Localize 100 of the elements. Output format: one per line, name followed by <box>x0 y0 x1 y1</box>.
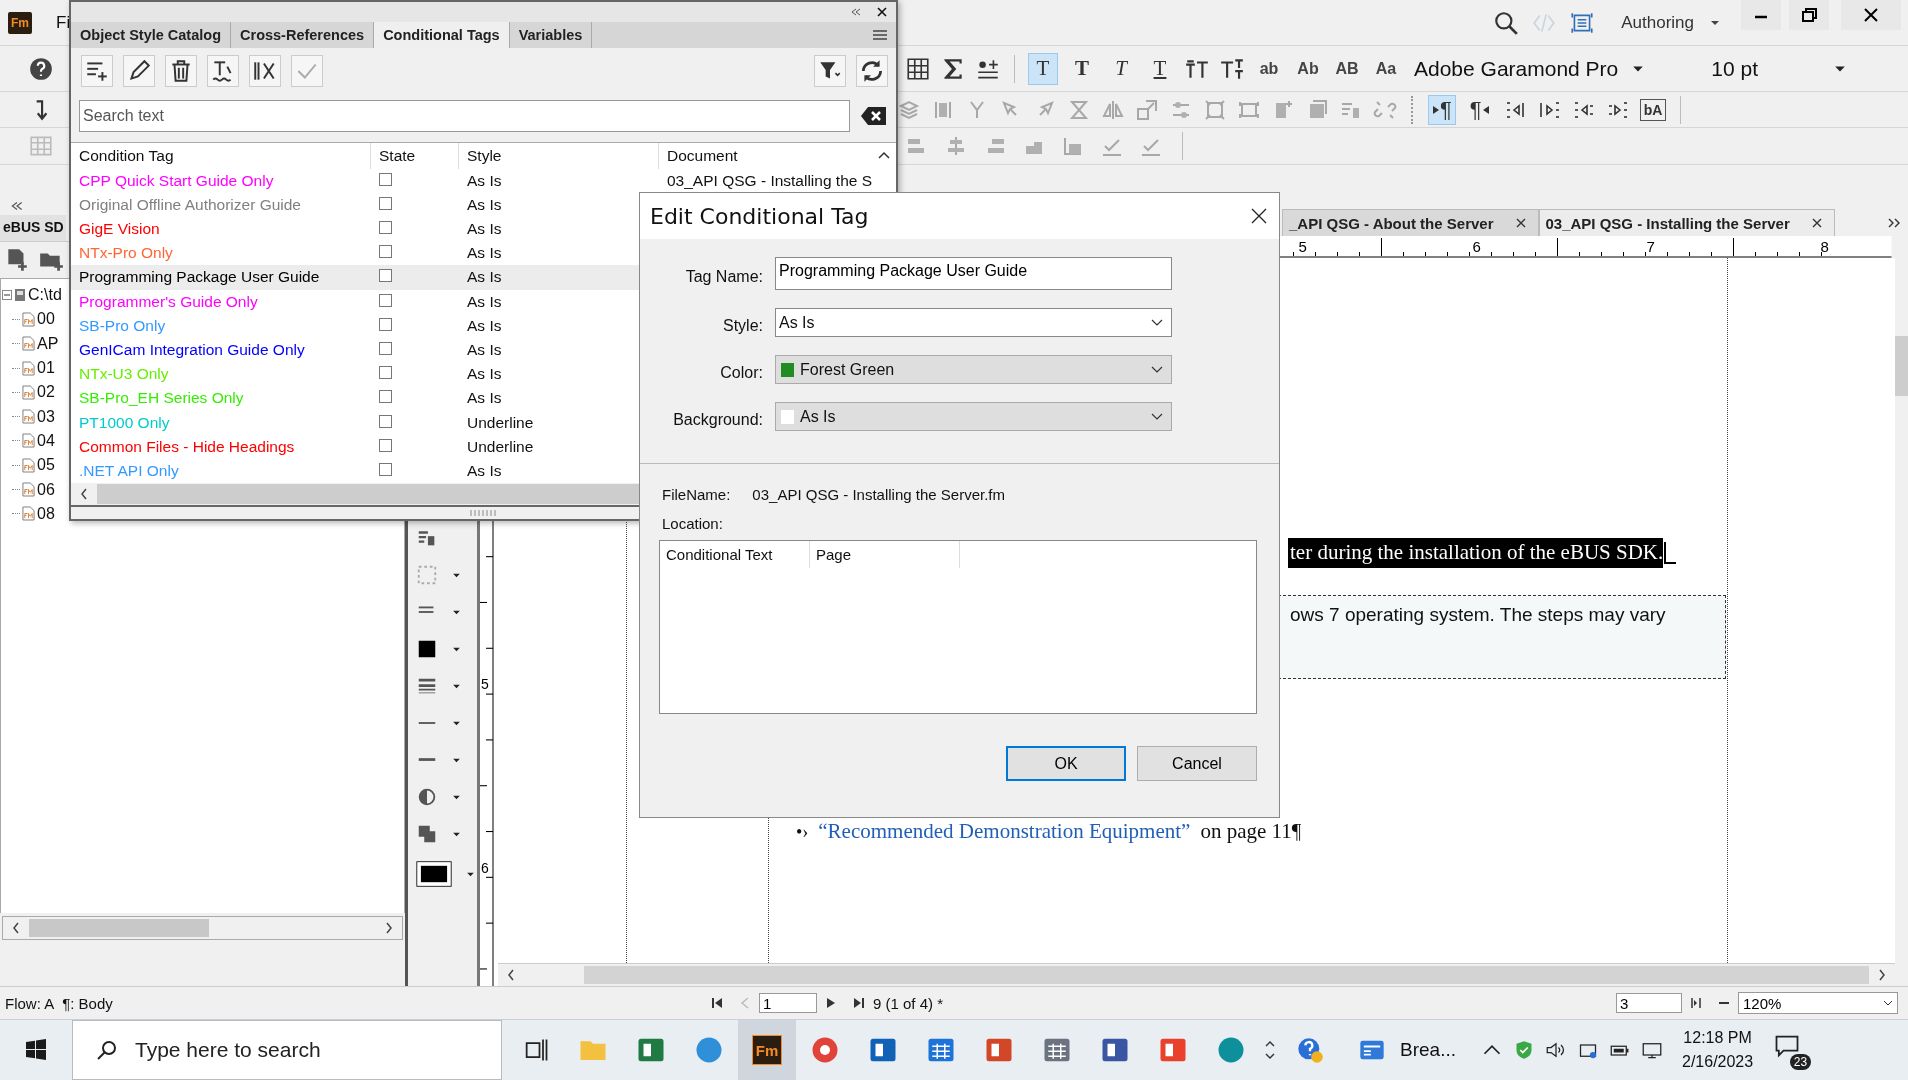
clock-date[interactable]: 2/16/2023 <box>1682 1050 1754 1074</box>
character-style-button[interactable]: T <box>1067 52 1097 85</box>
document-tab[interactable]: 03_API QSG - Installing the Server <box>1538 209 1835 236</box>
tree-item[interactable]: 00 <box>37 310 55 329</box>
start-button[interactable] <box>24 1038 48 1062</box>
overlap-squares-icon[interactable] <box>416 823 438 845</box>
cancel-button[interactable]: Cancel <box>1137 746 1257 781</box>
filter-icon[interactable] <box>814 54 846 87</box>
tree-item[interactable]: AP <box>37 334 59 353</box>
taskbar-app-button[interactable]: Fm <box>738 1020 796 1080</box>
character-style-button[interactable]: Ab <box>1293 52 1323 85</box>
state-checkbox[interactable] <box>379 269 392 283</box>
character-style-button[interactable]: T <box>1028 52 1058 85</box>
document-tab[interactable]: _API QSG - About the Server <box>1282 209 1539 236</box>
add-list-icon[interactable] <box>81 54 113 87</box>
paragraph-direction-button[interactable]: ¶ <box>1465 94 1494 125</box>
speaker-icon[interactable] <box>1546 1040 1566 1060</box>
close-icon[interactable] <box>876 6 888 17</box>
scroll-up-icon[interactable] <box>878 150 890 159</box>
collapse-icon[interactable] <box>10 201 24 211</box>
pencil-icon[interactable] <box>123 54 155 87</box>
display-icon[interactable] <box>1642 1040 1662 1060</box>
zoom-dropdown[interactable]: 120% <box>1738 992 1898 1014</box>
more-tabs-icon[interactable] <box>1888 217 1902 228</box>
state-checkbox[interactable] <box>379 462 392 476</box>
checkmark-icon[interactable] <box>291 54 323 87</box>
ok-button[interactable]: OK <box>1006 746 1126 781</box>
dropdown-caret-icon[interactable] <box>452 646 461 652</box>
tree-item[interactable]: 01 <box>37 359 55 378</box>
dropdown-caret-icon[interactable] <box>452 609 461 615</box>
shield-icon[interactable] <box>1514 1040 1534 1060</box>
fit-page-icon[interactable] <box>1690 997 1702 1009</box>
state-checkbox[interactable] <box>379 172 392 186</box>
panel-tab[interactable]: Conditional Tags <box>374 21 510 48</box>
font-family-dropdown[interactable]: Adobe Garamond Pro <box>1414 56 1645 81</box>
help-icon[interactable] <box>28 55 54 82</box>
clock-time[interactable]: 12:18 PM <box>1683 1026 1752 1050</box>
state-checkbox[interactable] <box>379 245 392 259</box>
pane-tab[interactable]: eBUS SD <box>0 215 66 241</box>
workspace-dropdown[interactable]: Authoring <box>1621 12 1738 33</box>
style-dropdown[interactable]: As Is <box>775 308 1172 337</box>
table-icon[interactable] <box>905 55 931 82</box>
state-checkbox[interactable] <box>379 317 392 331</box>
character-style-button[interactable]: T <box>1145 52 1175 85</box>
first-page-icon[interactable] <box>710 997 723 1009</box>
state-checkbox[interactable] <box>379 390 392 404</box>
color-dropdown[interactable]: As Is <box>775 402 1172 431</box>
taskbar-search-field[interactable]: Type here to search <box>72 1020 502 1080</box>
menu-item[interactable]: Fi <box>56 12 71 33</box>
dropdown-caret-icon[interactable] <box>466 871 475 877</box>
state-checkbox[interactable] <box>379 438 392 452</box>
tree-item[interactable]: 08 <box>37 504 55 523</box>
close-icon[interactable] <box>1251 208 1267 224</box>
tree-item[interactable]: 05 <box>37 456 55 475</box>
close-icon[interactable] <box>1811 218 1822 228</box>
horizontal-scrollbar[interactable] <box>2 916 403 940</box>
dropdown-caret-icon[interactable] <box>452 720 461 726</box>
resize-grip-icon[interactable] <box>468 510 499 516</box>
search-field[interactable]: Search text <box>79 99 850 132</box>
state-checkbox[interactable] <box>379 196 392 210</box>
last-page-icon[interactable] <box>852 997 865 1009</box>
color-swatch-icon[interactable] <box>416 860 452 888</box>
scroll-left-icon[interactable] <box>506 969 516 981</box>
column-header[interactable]: Style <box>459 142 659 169</box>
paragraph-direction-button[interactable]: ¶ <box>1428 94 1456 125</box>
close-icon[interactable] <box>1515 218 1526 228</box>
scroll-left-icon[interactable] <box>11 922 21 934</box>
scroll-left-icon[interactable] <box>79 488 89 501</box>
collapse-icon[interactable] <box>850 6 862 17</box>
refresh-icon[interactable] <box>856 54 888 87</box>
tag-row[interactable]: CPP Quick Start Guide Only As Is 03_API QSG - Installing the S <box>71 168 896 193</box>
state-checkbox[interactable] <box>379 414 392 428</box>
tree-item[interactable]: 03 <box>37 407 55 426</box>
status-field[interactable]: 3 <box>1616 993 1682 1013</box>
dropdown-caret-icon[interactable] <box>452 683 461 689</box>
text-wave-icon[interactable] <box>207 54 239 87</box>
tree-item[interactable]: 02 <box>37 383 55 402</box>
dropdown-caret-icon[interactable] <box>452 757 461 763</box>
character-style-button[interactable]: AB <box>1332 52 1362 85</box>
tree-item[interactable]: 04 <box>37 431 55 450</box>
character-style-button[interactable]: ab <box>1254 52 1284 85</box>
character-style-button[interactable]: Aa <box>1371 52 1401 85</box>
dotted-rectangle-icon[interactable] <box>416 564 438 586</box>
tree-expander[interactable] <box>2 290 12 301</box>
tree-item[interactable]: 06 <box>37 480 55 499</box>
news-widget-text[interactable]: Brea... <box>1400 1039 1456 1061</box>
color-dropdown[interactable]: Forest Green <box>775 355 1172 384</box>
tree-item[interactable]: C:\td <box>28 286 62 305</box>
next-page-icon[interactable] <box>824 997 837 1009</box>
dropdown-caret-icon[interactable] <box>452 831 461 837</box>
tag-name-field[interactable]: Programming Package User Guide <box>775 257 1172 290</box>
search-icon[interactable] <box>1493 9 1520 36</box>
dropdown-caret-icon[interactable] <box>452 572 461 578</box>
character-style-button[interactable]: T <box>1106 52 1136 85</box>
horizontal-scrollbar[interactable] <box>498 963 1895 986</box>
state-checkbox[interactable] <box>379 342 392 355</box>
help-badge-icon[interactable] <box>1296 1036 1324 1064</box>
column-header[interactable]: Condition Tag <box>71 142 371 169</box>
restore-button[interactable] <box>1786 0 1832 30</box>
state-checkbox[interactable] <box>379 366 392 380</box>
